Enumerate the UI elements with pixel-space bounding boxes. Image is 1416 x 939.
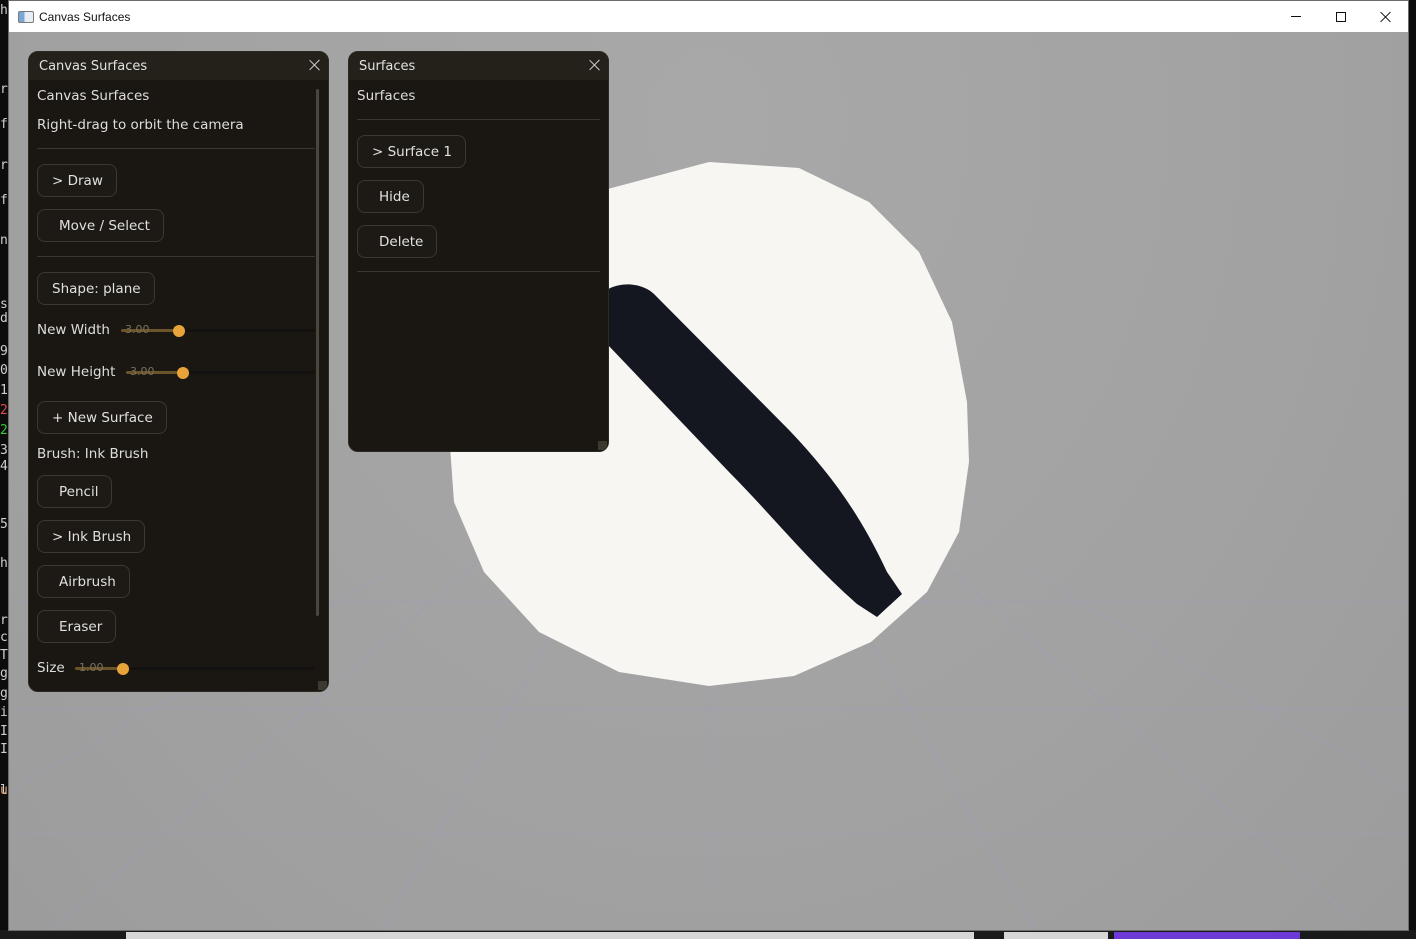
shape-button[interactable]: Shape: plane xyxy=(37,272,155,305)
resize-grip[interactable] xyxy=(318,681,327,690)
separator xyxy=(357,119,600,120)
surface-1-item[interactable]: > Surface 1 xyxy=(357,135,466,168)
app-window: Canvas Surfaces Canvas Surfaces Canvas S… xyxy=(8,0,1409,931)
panel-header[interactable]: Surfaces xyxy=(349,52,608,80)
surfaces-panel: Surfaces Surfaces > Surface 1 Hide Delet… xyxy=(348,51,609,452)
slider-knob[interactable] xyxy=(173,324,185,337)
panel-body: Canvas Surfaces Right-drag to orbit the … xyxy=(29,80,328,691)
terminal-glyph: f xyxy=(0,118,8,132)
panel-heading: Canvas Surfaces xyxy=(37,88,150,104)
close-icon[interactable] xyxy=(589,59,601,71)
separator xyxy=(37,256,315,257)
title-bar[interactable]: Canvas Surfaces xyxy=(9,1,1408,32)
terminal-glyph: 5 xyxy=(0,518,8,532)
terminal-glyph: 3 xyxy=(0,444,8,458)
new-height-label: New Height xyxy=(37,364,116,380)
terminal-glyph: I xyxy=(0,743,8,757)
terminal-glyph: s xyxy=(0,298,8,312)
terminal-glyph: 2 xyxy=(0,404,8,418)
eraser-button[interactable]: Eraser xyxy=(37,610,117,643)
slider-value: 3.00 xyxy=(125,323,150,336)
taskbar-segment xyxy=(1004,932,1108,939)
taskbar-strip xyxy=(0,930,1416,939)
draw-mode-button[interactable]: > Draw xyxy=(37,164,117,197)
app-icon xyxy=(18,10,34,23)
maximize-button[interactable] xyxy=(1318,1,1363,32)
panel-heading: Surfaces xyxy=(357,88,416,104)
slider-value: 1.00 xyxy=(79,661,104,674)
new-height-slider-row: New Height 3.00 xyxy=(37,362,315,382)
slider-knob[interactable] xyxy=(117,662,129,675)
size-slider[interactable]: 1.00 xyxy=(75,661,315,675)
new-width-slider[interactable]: 3.00 xyxy=(121,323,315,337)
window-title: Canvas Surfaces xyxy=(39,9,131,24)
new-height-slider[interactable]: 3.00 xyxy=(126,365,315,379)
new-width-slider-row: New Width 3.00 xyxy=(37,320,315,340)
close-icon xyxy=(1380,11,1392,23)
maximize-icon xyxy=(1335,11,1346,22)
terminal-glyph: 2 xyxy=(0,424,8,438)
terminal-glyph: r xyxy=(0,159,8,173)
terminal-glyph: 0 xyxy=(0,364,8,378)
terminal-glyph: 4 xyxy=(0,460,8,474)
panel-body: Surfaces > Surface 1 Hide Delete xyxy=(349,80,608,451)
minimize-button[interactable] xyxy=(1273,1,1318,32)
panel-title: Surfaces xyxy=(359,58,416,74)
terminal-glyph: u xyxy=(0,784,8,798)
hide-button[interactable]: Hide xyxy=(357,180,424,213)
terminal-glyph: c xyxy=(0,631,8,645)
separator xyxy=(357,271,600,272)
taskbar-active-segment xyxy=(1114,932,1300,939)
panel-header[interactable]: Canvas Surfaces xyxy=(29,52,328,80)
canvas-surfaces-panel: Canvas Surfaces Canvas Surfaces Right-dr… xyxy=(28,51,329,692)
panel-scrollbar[interactable] xyxy=(316,89,319,616)
move-select-mode-button[interactable]: Move / Select xyxy=(37,209,164,242)
terminal-glyph: 9 xyxy=(0,345,8,359)
new-width-label: New Width xyxy=(37,322,110,338)
terminal-glyph: g xyxy=(0,687,8,701)
panel-title: Canvas Surfaces xyxy=(39,58,148,74)
terminal-glyph: h xyxy=(0,4,8,18)
new-surface-button[interactable]: + New Surface xyxy=(37,401,167,434)
grid-line xyxy=(1028,571,1408,792)
terminal-glyph: I xyxy=(0,725,8,739)
grid-line xyxy=(928,551,1368,930)
pencil-brush-button[interactable]: Pencil xyxy=(37,475,113,508)
ink-brush-button[interactable]: > Ink Brush xyxy=(37,520,146,553)
size-label: Size xyxy=(37,660,65,676)
window-controls xyxy=(1273,1,1408,32)
terminal-glyph: i xyxy=(0,706,8,720)
airbrush-button[interactable]: Airbrush xyxy=(37,565,130,598)
3d-viewport[interactable]: Canvas Surfaces Canvas Surfaces Right-dr… xyxy=(9,32,1408,930)
size-slider-row: Size 1.00 xyxy=(37,658,315,678)
terminal-glyph: T xyxy=(0,649,8,663)
orbit-hint: Right-drag to orbit the camera xyxy=(37,117,244,133)
delete-button[interactable]: Delete xyxy=(357,225,438,258)
terminal-glyph: g xyxy=(0,667,8,681)
minimize-icon xyxy=(1290,16,1301,17)
terminal-glyph: r xyxy=(0,83,8,97)
slider-value: 3.00 xyxy=(130,365,155,378)
terminal-glyph: r xyxy=(0,614,8,628)
terminal-glyph: 1 xyxy=(0,384,8,398)
terminal-glyph: h xyxy=(0,557,8,571)
brush-label: Brush: Ink Brush xyxy=(37,446,149,462)
terminal-glyph: n xyxy=(0,234,8,248)
resize-grip[interactable] xyxy=(598,441,607,450)
slider-knob[interactable] xyxy=(177,366,189,379)
taskbar-segment xyxy=(126,932,974,939)
separator xyxy=(37,148,315,149)
terminal-glyph: d xyxy=(0,312,8,326)
terminal-glyph: f xyxy=(0,194,8,208)
close-icon[interactable] xyxy=(309,59,321,71)
close-window-button[interactable] xyxy=(1363,1,1408,32)
